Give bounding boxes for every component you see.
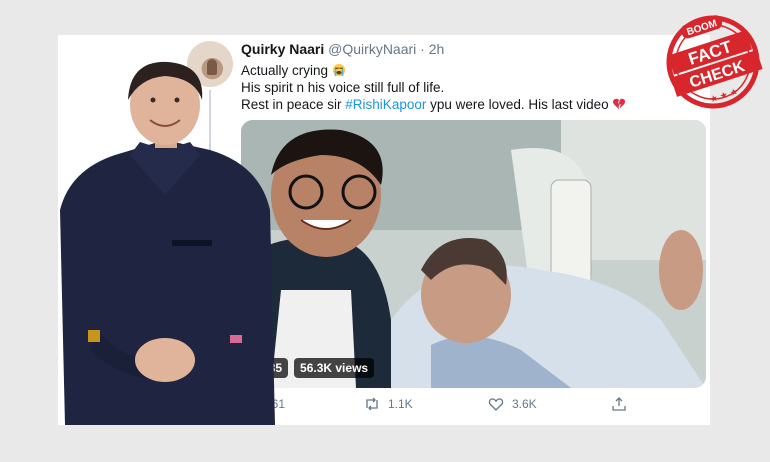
retweet-button[interactable]: 1.1K xyxy=(364,396,413,412)
separator-dot: · xyxy=(420,41,425,57)
share-button[interactable] xyxy=(611,396,627,412)
video-frame xyxy=(241,120,706,388)
tweet-header: Quirky Naari @QuirkyNaari · 2h xyxy=(241,41,444,57)
share-icon xyxy=(612,397,626,411)
tweet-time[interactable]: 2h xyxy=(429,41,445,57)
retweet-count: 1.1K xyxy=(388,397,413,411)
broken-heart-icon xyxy=(613,98,626,110)
fact-check-stamp-logo: BOOM FACT CHECK ★ ★ ★ xyxy=(666,15,763,109)
video-player[interactable] xyxy=(241,120,706,388)
fact-check-stamp: BOOM FACT CHECK ★ ★ ★ xyxy=(662,12,764,112)
video-views: 56.3K views xyxy=(294,358,375,378)
like-button[interactable]: 3.6K xyxy=(488,396,537,412)
tweet-line-2: His spirit n his voice still full of lif… xyxy=(241,80,445,95)
loudly-crying-face-icon xyxy=(332,63,345,77)
like-count: 3.6K xyxy=(512,397,537,411)
user-handle[interactable]: @QuirkyNaari xyxy=(328,41,416,57)
hashtag-link[interactable]: #RishiKapoor xyxy=(345,97,426,112)
display-name[interactable]: Quirky Naari xyxy=(241,41,324,57)
man-in-suit-illustration xyxy=(60,61,275,425)
retweet-icon xyxy=(366,397,378,411)
tweet-actions: 161 1.1K 3.6K xyxy=(241,396,641,416)
person-photo xyxy=(60,60,275,425)
tweet-text: Actually crying His spirit n his voice s… xyxy=(241,62,626,113)
heart-icon xyxy=(488,398,504,411)
tweet-line-3-end: ypu were loved. His last video xyxy=(426,97,609,112)
